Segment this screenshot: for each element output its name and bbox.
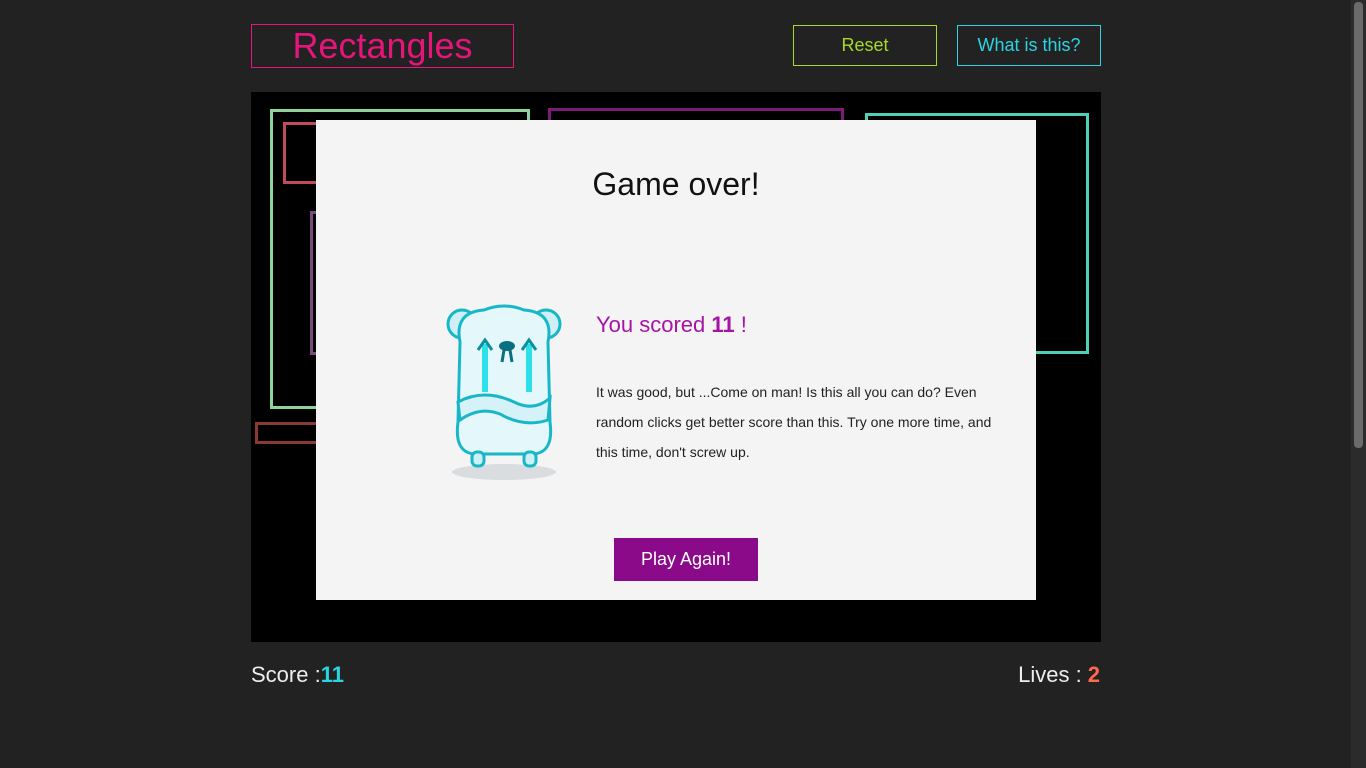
lives-display: Lives :2	[1018, 662, 1100, 688]
page-scrollbar[interactable]	[1351, 0, 1366, 768]
scrollbar-thumb[interactable]	[1354, 2, 1363, 448]
modal-title: Game over!	[592, 166, 760, 202]
crying-bear-icon	[446, 304, 562, 480]
play-again-button[interactable]: Play Again!	[614, 538, 758, 581]
score-suffix: !	[740, 312, 747, 337]
what-is-this-button[interactable]: What is this?	[957, 25, 1101, 66]
lives-label: Lives :	[1018, 662, 1082, 687]
score-label: Score :	[251, 662, 321, 687]
game-board[interactable]: Game over! You scored 11 ! It was good, …	[251, 92, 1101, 642]
score-value: 11	[320, 662, 344, 687]
lives-value: 2	[1087, 662, 1100, 687]
game-title: Rectangles	[251, 24, 514, 68]
score-result-value: 11	[711, 312, 735, 337]
score-prefix: You scored	[596, 312, 706, 337]
score-result: You scored 11 !	[596, 312, 747, 338]
reset-button[interactable]: Reset	[793, 25, 937, 66]
game-over-modal: Game over! You scored 11 ! It was good, …	[316, 120, 1036, 600]
score-display: Score :11	[251, 662, 344, 688]
game-over-message: It was good, but ...Come on man! Is this…	[596, 384, 992, 460]
